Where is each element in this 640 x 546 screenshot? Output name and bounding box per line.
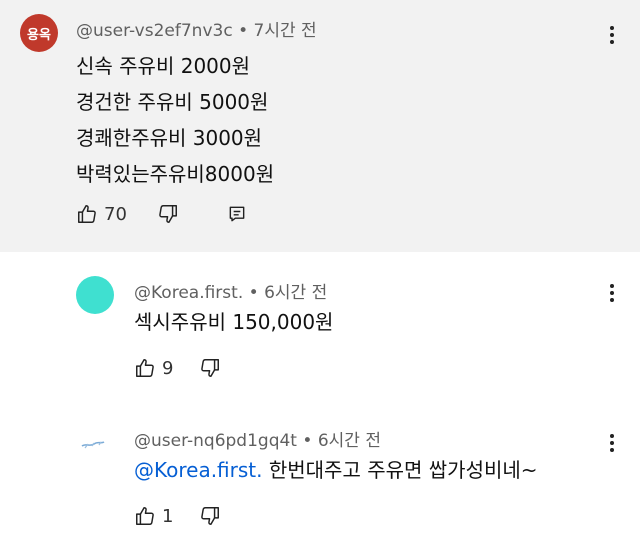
comment-actions: 9 bbox=[134, 357, 221, 379]
avatar[interactable] bbox=[76, 424, 114, 462]
reply-text: 한번대주고 주유면 쌉가성비네~ bbox=[262, 458, 538, 482]
like-button[interactable]: 9 bbox=[134, 357, 173, 379]
reply-comment: @Korea.first. • 6시간 전 섹시주유비 150,000원 9 bbox=[0, 252, 640, 400]
comment-text: 섹시주유비 150,000원 bbox=[134, 310, 334, 334]
meta-separator: • bbox=[238, 21, 249, 41]
like-button[interactable]: 1 bbox=[134, 505, 173, 527]
more-vert-icon[interactable] bbox=[610, 26, 614, 44]
reply-icon bbox=[227, 204, 247, 224]
more-vert-icon[interactable] bbox=[610, 434, 614, 452]
comment-line: 신속 주유비 2000원 bbox=[76, 54, 251, 78]
comment-line: 경쾌한주유비 3000원 bbox=[76, 126, 263, 150]
comment-actions: 1 bbox=[134, 505, 221, 527]
timestamp[interactable]: 6시간 전 bbox=[264, 283, 327, 303]
author-name[interactable]: @user-vs2ef7nv3c bbox=[76, 21, 233, 41]
thumbs-down-icon bbox=[199, 357, 221, 379]
dislike-button[interactable] bbox=[157, 203, 179, 225]
like-count: 1 bbox=[162, 505, 174, 527]
timestamp[interactable]: 6시간 전 bbox=[318, 431, 381, 451]
like-count: 70 bbox=[104, 203, 127, 225]
reply-button[interactable] bbox=[227, 204, 247, 224]
meta-separator: • bbox=[302, 431, 313, 451]
avatar[interactable]: 용옥 bbox=[20, 14, 58, 52]
comment-meta: @user-vs2ef7nv3c • 7시간 전 bbox=[76, 16, 317, 41]
comment-line: 경건한 주유비 5000원 bbox=[76, 90, 269, 114]
author-name[interactable]: @Korea.first. bbox=[134, 283, 243, 303]
thumbs-down-icon bbox=[199, 505, 221, 527]
more-vert-icon[interactable] bbox=[610, 284, 614, 302]
timestamp[interactable]: 7시간 전 bbox=[254, 21, 317, 41]
comment-main: 용옥 @user-vs2ef7nv3c • 7시간 전 신속 주유비 2000원… bbox=[0, 0, 640, 252]
dislike-button[interactable] bbox=[199, 357, 221, 379]
avatar-text: 용옥 bbox=[27, 27, 51, 43]
comment-actions: 70 bbox=[76, 203, 247, 225]
comment-meta: @user-nq6pd1gq4t • 6시간 전 bbox=[134, 426, 381, 451]
thumbs-up-icon bbox=[134, 357, 156, 379]
author-name[interactable]: @user-nq6pd1gq4t bbox=[134, 431, 297, 451]
comment-text: 신속 주유비 2000원 경건한 주유비 5000원 경쾌한주유비 3000원 … bbox=[76, 48, 274, 192]
reply-comment: @user-nq6pd1gq4t • 6시간 전 @Korea.first. 한… bbox=[0, 400, 640, 546]
comment-line: 박력있는주유비8000원 bbox=[76, 162, 275, 186]
dislike-button[interactable] bbox=[199, 505, 221, 527]
mention-link[interactable]: @Korea.first. bbox=[134, 458, 263, 482]
thumbs-up-icon bbox=[134, 505, 156, 527]
avatar[interactable] bbox=[76, 276, 114, 314]
like-button[interactable]: 70 bbox=[76, 203, 127, 225]
comment-text: @Korea.first. 한번대주고 주유면 쌉가성비네~ bbox=[134, 454, 538, 483]
like-count: 9 bbox=[162, 357, 174, 379]
meta-separator: • bbox=[248, 283, 259, 303]
thumbs-down-icon bbox=[157, 203, 179, 225]
comment-meta: @Korea.first. • 6시간 전 bbox=[134, 278, 327, 303]
thumbs-up-icon bbox=[76, 203, 98, 225]
